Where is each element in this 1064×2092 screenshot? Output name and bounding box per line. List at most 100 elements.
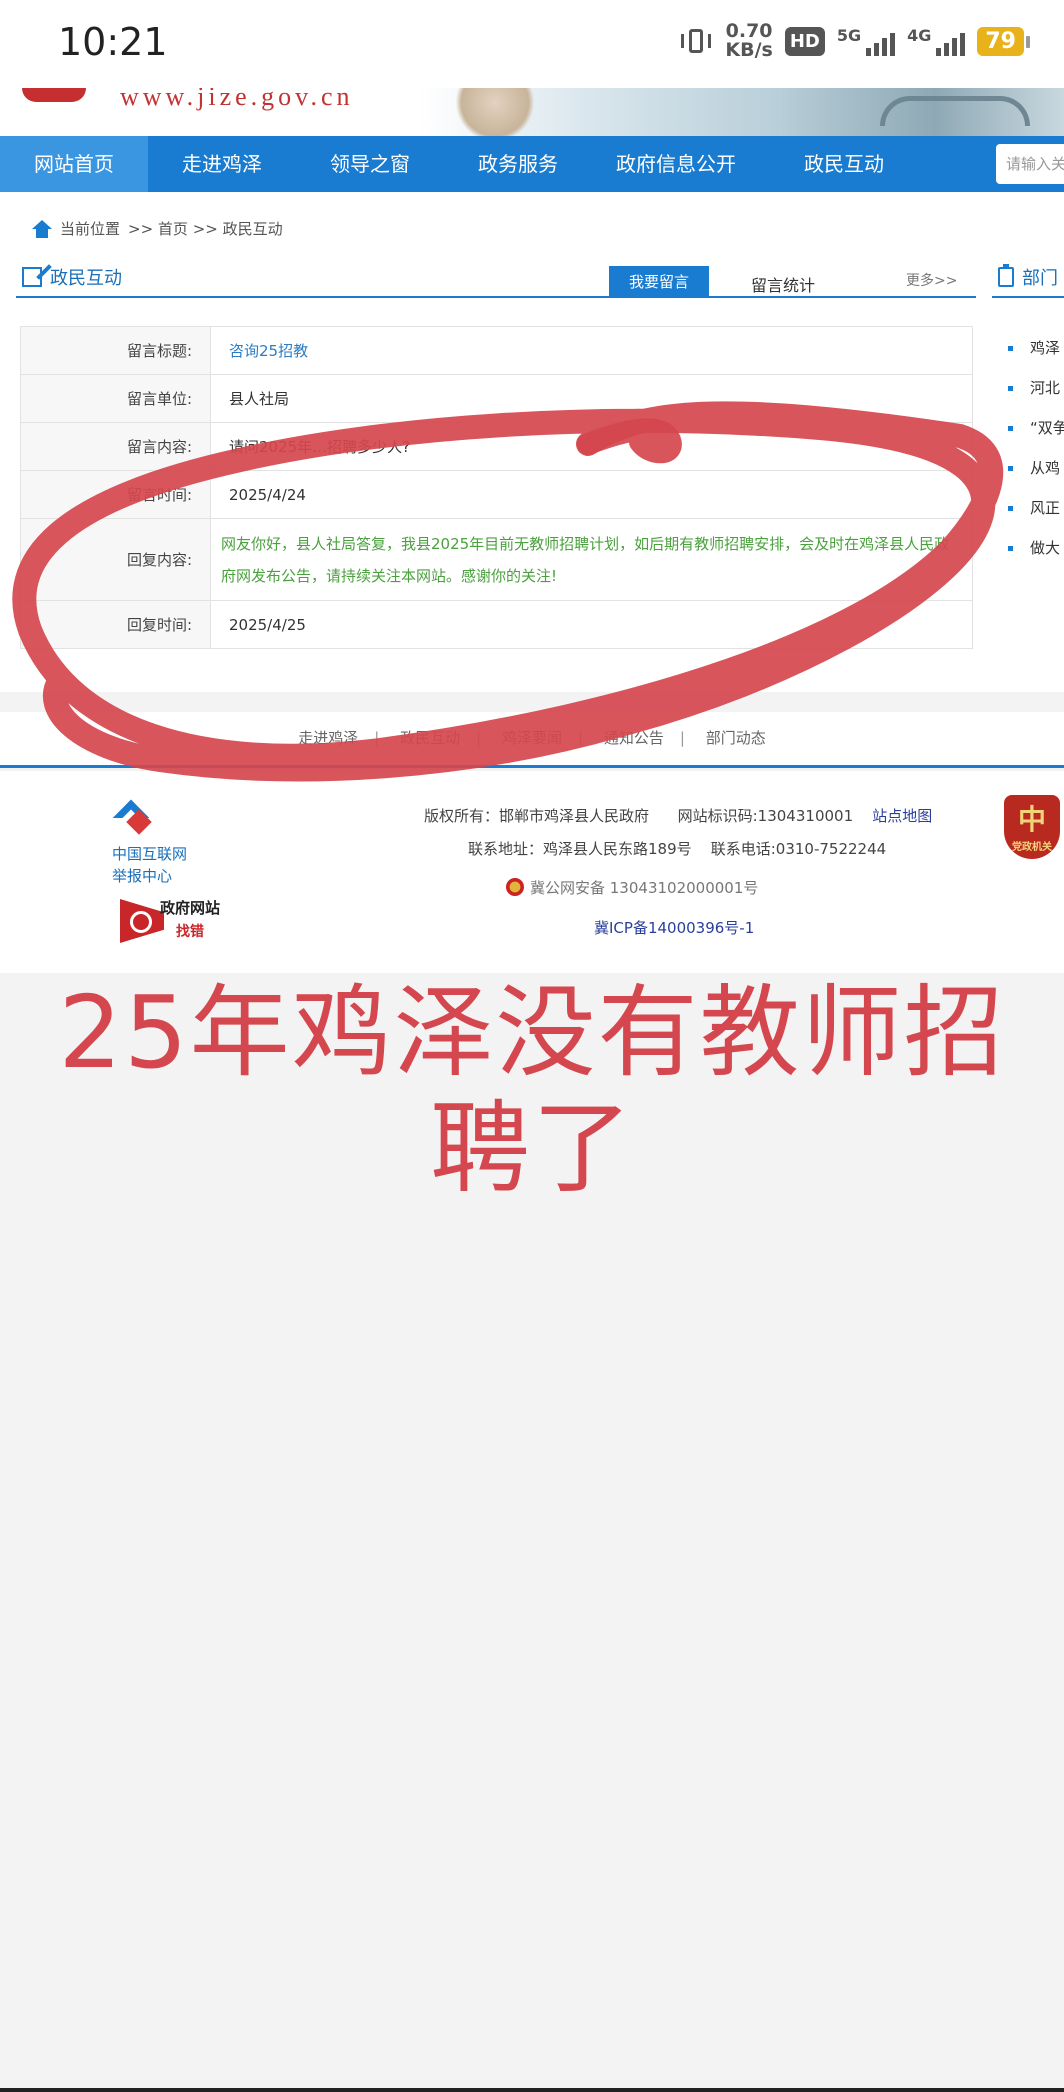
breadcrumb: 当前位置 >> 首页 >> 政民互动 — [32, 218, 283, 239]
sidebar-item[interactable]: 从鸡 — [1008, 448, 1064, 488]
site-banner: www.jize.gov.cn — [0, 88, 1064, 136]
sidebar-item[interactable]: 河北 — [1008, 368, 1064, 408]
sitemap-link[interactable]: 站点地图 — [872, 807, 932, 825]
emblem-icon — [22, 88, 86, 102]
status-time: 10:21 — [58, 20, 168, 64]
footer-address-row: 联系地址：鸡泽县人民东路189号 联系电话:0310-7522244 — [468, 838, 886, 859]
gov-site-line2: 找错 — [176, 924, 204, 940]
tab-leave-message[interactable]: 我要留言 — [609, 266, 709, 298]
caption-line2: 聘了 — [430, 1090, 634, 1207]
report-center-line1: 中国互联网 — [112, 845, 188, 863]
main-nav: 网站首页 走进鸡泽 领导之窗 政务服务 政府信息公开 政民互动 请输入关 — [0, 136, 1064, 192]
signal-4g-label: 4G — [907, 26, 932, 45]
message-content-value: 请问2025年…招聘多少人? — [210, 422, 973, 471]
page-content: 当前位置 >> 首页 >> 政民互动 政民互动 我要留言 留言统计 更多>> 部… — [0, 192, 1064, 692]
status-bar: 10:21 0.70 KB/s HD 5G 4G 79 — [0, 0, 1064, 88]
status-icons: 0.70 KB/s HD 5G 4G 79 — [679, 22, 1030, 60]
address: 联系地址：鸡泽县人民东路189号 — [468, 840, 692, 858]
table-row: 回复时间: 2025/4/25 — [20, 600, 973, 649]
reply-time-value: 2025/4/25 — [210, 600, 973, 649]
table-row: 留言标题: 咨询25招教 — [20, 326, 973, 375]
party-gov-badge-icon[interactable]: 中党政机关 — [1004, 795, 1060, 859]
table-row: 留言时间: 2025/4/24 — [20, 470, 973, 519]
row-key: 留言标题: — [20, 326, 211, 375]
message-unit-value: 县人社局 — [210, 374, 973, 423]
sidebar-title-text: 部门 — [1022, 268, 1058, 289]
reply-content-value: 网友你好，县人社局答复，我县2025年目前无教师招聘计划，如后期有教师招聘安排，… — [210, 518, 973, 601]
nav-gov-info[interactable]: 政府信息公开 — [592, 136, 760, 192]
report-center-caption[interactable]: 中国互联网 举报中心 — [112, 843, 187, 887]
message-detail-table: 留言标题: 咨询25招教 留言单位: 县人社局 留言内容: 请问2025年…招聘… — [20, 326, 973, 649]
site-id: 网站标识码:1304310001 — [677, 807, 854, 825]
more-link[interactable]: 更多>> — [906, 270, 957, 290]
site-url: www.jize.gov.cn — [120, 88, 354, 111]
table-row: 回复内容: 网友你好，县人社局答复，我县2025年目前无教师招聘计划，如后期有教… — [20, 518, 973, 601]
bridge-image — [880, 96, 1030, 126]
police-badge-icon — [506, 878, 524, 896]
battery-icon: 79 — [977, 26, 1030, 56]
badge-text: 党政机关 — [1012, 842, 1052, 853]
speed-unit: KB/s — [725, 39, 773, 61]
breadcrumb-label: 当前位置 — [60, 220, 121, 238]
signal-5g-icon: 5G — [836, 26, 896, 56]
nav-leaders[interactable]: 领导之窗 — [296, 136, 444, 192]
signal-5g-label: 5G — [836, 26, 862, 45]
footer-link[interactable]: 部门动态 — [706, 729, 766, 747]
vibrate-icon — [679, 26, 713, 56]
message-time-value: 2025/4/24 — [210, 470, 973, 519]
overlay-caption: 25年鸡泽没有教师招 聘了 — [20, 975, 1044, 1207]
bottom-divider — [0, 2088, 1064, 2092]
network-speed: 0.70 KB/s — [725, 22, 772, 60]
tab-message-stats[interactable]: 留言统计 — [751, 272, 815, 296]
magnifier-icon — [120, 899, 164, 943]
row-key: 回复内容: — [20, 518, 211, 601]
nav-about-jize[interactable]: 走进鸡泽 — [148, 136, 296, 192]
footer-link[interactable]: 鸡泽要闻 — [502, 729, 562, 747]
report-center-logo-icon[interactable] — [112, 799, 160, 839]
row-key: 留言单位: — [20, 374, 211, 423]
section-header: 政民互动 我要留言 留言统计 更多>> — [16, 262, 976, 298]
sidebar-title: 部门 — [998, 264, 1058, 290]
sidebar-list: 鸡泽 河北 “双争 从鸡 风正 做大 — [1008, 328, 1064, 568]
row-key: 留言内容: — [20, 422, 211, 471]
sidebar-item[interactable]: 风正 — [1008, 488, 1064, 528]
phone: 联系电话:0310-7522244 — [710, 840, 887, 858]
footer-link[interactable]: 走进鸡泽 — [298, 729, 358, 747]
footer-link[interactable]: 政民互动 — [400, 729, 460, 747]
edit-icon — [22, 267, 42, 287]
footer-link[interactable]: 通知公告 — [604, 729, 664, 747]
nav-services[interactable]: 政务服务 — [444, 136, 592, 192]
sidebar-header: 部门 — [992, 262, 1064, 298]
copyright: 版权所有：邯郸市鸡泽县人民政府 — [424, 807, 650, 825]
search-input[interactable]: 请输入关 — [996, 144, 1064, 184]
table-row: 留言内容: 请问2025年…招聘多少人? — [20, 422, 973, 471]
signal-4g-icon: 4G — [907, 26, 966, 56]
section-title-text: 政民互动 — [50, 268, 122, 289]
row-key: 留言时间: — [20, 470, 211, 519]
caption-line1: 25年鸡泽没有教师招 — [58, 974, 1006, 1091]
sidebar-item[interactable]: 鸡泽 — [1008, 328, 1064, 368]
icp-record[interactable]: 冀ICP备14000396号-1 — [594, 919, 754, 937]
footer-links: 走进鸡泽 | 政民互动 | 鸡泽要闻 | 通知公告 | 部门动态 — [0, 712, 1064, 768]
row-key: 回复时间: — [20, 600, 211, 649]
nav-home[interactable]: 网站首页 — [0, 136, 148, 192]
statue-image — [450, 88, 540, 136]
section-title: 政民互动 — [22, 264, 122, 290]
home-icon[interactable] — [32, 219, 52, 238]
site-footer: 中国互联网 举报中心 政府网站 找错 版权所有：邯郸市鸡泽县人民政府 网站标识码… — [0, 771, 1064, 973]
sidebar-item[interactable]: 做大 — [1008, 528, 1064, 568]
footer-copyright-row: 版权所有：邯郸市鸡泽县人民政府 网站标识码:1304310001 站点地图 — [424, 805, 932, 826]
breadcrumb-path[interactable]: >> 首页 >> 政民互动 — [128, 218, 283, 239]
police-record[interactable]: 冀公网安备 13043102000001号 — [530, 879, 758, 897]
footer-icp-row: 冀ICP备14000396号-1 — [594, 917, 754, 938]
hd-icon: HD — [784, 26, 825, 56]
nav-interaction[interactable]: 政民互动 — [760, 136, 928, 192]
sidebar-item[interactable]: “双争 — [1008, 408, 1064, 448]
gov-site-error-report-logo[interactable]: 政府网站 找错 — [120, 895, 230, 945]
footer-police-row: 冀公网安备 13043102000001号 — [506, 877, 758, 898]
gov-site-line1: 政府网站 — [160, 899, 221, 917]
clipboard-icon — [998, 264, 1014, 287]
table-row: 留言单位: 县人社局 — [20, 374, 973, 423]
report-center-line2: 举报中心 — [112, 867, 173, 885]
message-title-value[interactable]: 咨询25招教 — [210, 326, 973, 375]
